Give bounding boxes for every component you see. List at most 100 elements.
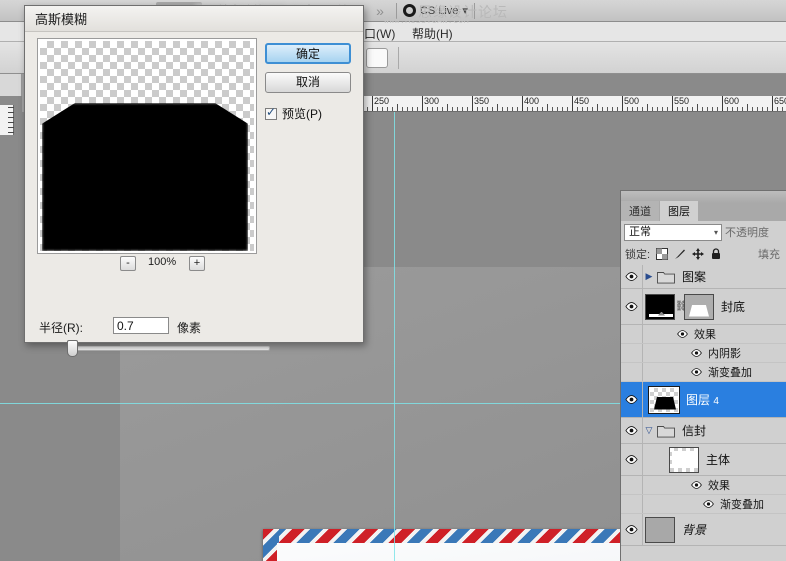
ruler-tick-minor xyxy=(457,107,458,111)
tab-layers[interactable]: 图层 xyxy=(660,201,698,221)
layer-row-pattern-group[interactable]: ▶ 图案 xyxy=(621,265,786,289)
ruler-label: 250 xyxy=(374,96,390,106)
layer-thumbnail[interactable] xyxy=(648,385,680,414)
lock-position-move-icon[interactable] xyxy=(692,248,705,260)
zoom-out-button[interactable]: - xyxy=(120,256,136,271)
left-rail-cell-mid xyxy=(0,74,22,96)
layer-row-background[interactable]: 背景 xyxy=(621,514,786,546)
visibility-toggle[interactable] xyxy=(621,476,643,494)
visibility-toggle[interactable] xyxy=(621,344,643,362)
blur-preview[interactable] xyxy=(40,41,254,251)
eye-icon[interactable] xyxy=(677,330,688,338)
ruler-tick-minor xyxy=(712,107,713,111)
ruler-tick-minor xyxy=(682,107,683,111)
layer-effect-inner-shadow[interactable]: 内阴影 xyxy=(621,344,786,363)
group-twisty-icon[interactable]: ▽ xyxy=(643,425,655,436)
layer-row-back-cover[interactable]: ⛓ 封底 xyxy=(621,289,786,325)
layer-name: 封底 xyxy=(721,300,746,314)
ruler-tick-major xyxy=(522,96,523,111)
ruler-tick-minor xyxy=(592,107,593,111)
layer-name: 背景 xyxy=(682,523,707,537)
visibility-toggle[interactable] xyxy=(621,325,643,343)
blend-mode-row[interactable]: 正常 ▾ 不透明度 xyxy=(621,221,786,243)
preview-checkbox[interactable] xyxy=(265,105,277,120)
layer-row-main-body[interactable]: 主体 xyxy=(621,444,786,476)
tab-channels[interactable]: 通道 xyxy=(621,201,659,221)
ruler-tick-minor xyxy=(697,104,698,111)
ruler-tick-major xyxy=(722,96,723,111)
radius-slider-thumb[interactable] xyxy=(67,340,78,357)
visibility-toggle[interactable] xyxy=(621,289,643,324)
ruler-tick-minor xyxy=(607,107,608,111)
layer-effect-gradient-overlay-2[interactable]: 渐变叠加 xyxy=(621,495,786,514)
ruler-tick-minor xyxy=(707,107,708,111)
lock-label: 锁定: xyxy=(625,249,651,261)
eye-icon[interactable] xyxy=(691,368,702,376)
lock-all-padlock-icon[interactable] xyxy=(710,248,722,260)
layer-effect-gradient-overlay[interactable]: 渐变叠加 xyxy=(621,363,786,382)
ruler-tick-minor xyxy=(487,107,488,111)
blend-mode-value: 正常 xyxy=(629,225,651,238)
ruler-tick-minor xyxy=(437,107,438,111)
visibility-toggle[interactable] xyxy=(621,444,643,475)
opacity-label: 不透明度 xyxy=(725,227,769,239)
zoom-level-label: 100% xyxy=(148,256,177,268)
ruler-tick-minor xyxy=(397,104,398,111)
lock-transparent-pixels-icon[interactable] xyxy=(656,248,669,260)
effects-label: 效果 xyxy=(694,329,716,341)
visibility-toggle[interactable] xyxy=(621,514,643,545)
ruler-tick-minor xyxy=(742,107,743,111)
visibility-toggle[interactable] xyxy=(621,495,643,513)
ruler-tick-minor xyxy=(612,107,613,111)
preview-checkbox-row[interactable]: 预览(P) xyxy=(265,105,322,122)
blend-mode-select[interactable]: 正常 ▾ xyxy=(624,223,722,241)
lock-image-pixels-brush-icon[interactable] xyxy=(674,248,686,260)
cancel-button[interactable]: 取消 xyxy=(265,72,351,93)
layers-panel[interactable]: 通道 图层 正常 ▾ 不透明度 锁定: 填充 ▶ 图案 ⛓ 封底 效果 内阴影 … xyxy=(620,190,786,561)
group-twisty-icon[interactable]: ▶ xyxy=(643,271,655,282)
visibility-toggle[interactable] xyxy=(621,382,643,417)
layer-name: 图案 xyxy=(682,270,707,284)
link-icon[interactable]: ⛓ xyxy=(675,301,688,312)
layer-row-envelope-group[interactable]: ▽ 信封 xyxy=(621,418,786,444)
menu-item-help[interactable]: 帮助(H) xyxy=(412,25,453,42)
ok-button[interactable]: 确定 xyxy=(265,43,351,64)
layer-thumbnail[interactable] xyxy=(669,446,699,473)
panel-tab-strip[interactable]: 通道 图层 xyxy=(621,201,786,221)
gaussian-blur-dialog[interactable]: 高斯模糊 - 100% + 半径(R): 0.7 像素 确定 取消 预览(P) xyxy=(24,5,364,357)
ruler-tick-minor xyxy=(502,107,503,111)
radius-input[interactable]: 0.7 xyxy=(113,317,169,334)
ruler-tick-minor xyxy=(687,107,688,111)
ruler-tick-minor xyxy=(507,107,508,111)
lock-row[interactable]: 锁定: 填充 xyxy=(621,243,786,265)
radius-slider-track[interactable] xyxy=(67,340,270,357)
ruler-tick-minor-vertical xyxy=(8,107,14,108)
visibility-toggle[interactable] xyxy=(621,418,643,443)
layer-mask-thumbnail[interactable] xyxy=(684,293,714,320)
layer-effects-row[interactable]: 效果 xyxy=(621,325,786,344)
visibility-toggle[interactable] xyxy=(621,265,643,288)
eye-icon[interactable] xyxy=(691,481,702,489)
blur-preview-frame[interactable] xyxy=(37,38,257,254)
layer-thumbnail[interactable] xyxy=(645,293,675,320)
ruler-vertical[interactable] xyxy=(0,105,14,135)
layer-effects-row-2[interactable]: 效果 xyxy=(621,476,786,495)
ruler-tick-minor xyxy=(452,107,453,111)
ruler-tick-minor xyxy=(377,107,378,111)
zoom-in-button[interactable]: + xyxy=(189,256,205,271)
ruler-tick-minor xyxy=(692,107,693,111)
options-tool-swatch[interactable] xyxy=(366,48,388,68)
visibility-toggle[interactable] xyxy=(621,363,643,381)
ruler-horizontal[interactable]: 250 300 350 400 450 500 550 600 650 xyxy=(362,96,786,112)
layer-thumbnail[interactable] xyxy=(645,516,675,543)
guide-vertical xyxy=(394,112,395,561)
eye-icon[interactable] xyxy=(691,349,702,357)
effect-name: 内阴影 xyxy=(708,348,741,360)
ruler-tick-major xyxy=(422,96,423,111)
eye-icon[interactable] xyxy=(703,500,714,508)
ruler-label: 450 xyxy=(574,96,590,106)
folder-icon xyxy=(657,271,675,284)
ruler-label: 300 xyxy=(424,96,440,106)
ruler-tick-minor xyxy=(417,107,418,111)
layer-row-layer-4[interactable]: 图层 4 xyxy=(621,382,786,418)
